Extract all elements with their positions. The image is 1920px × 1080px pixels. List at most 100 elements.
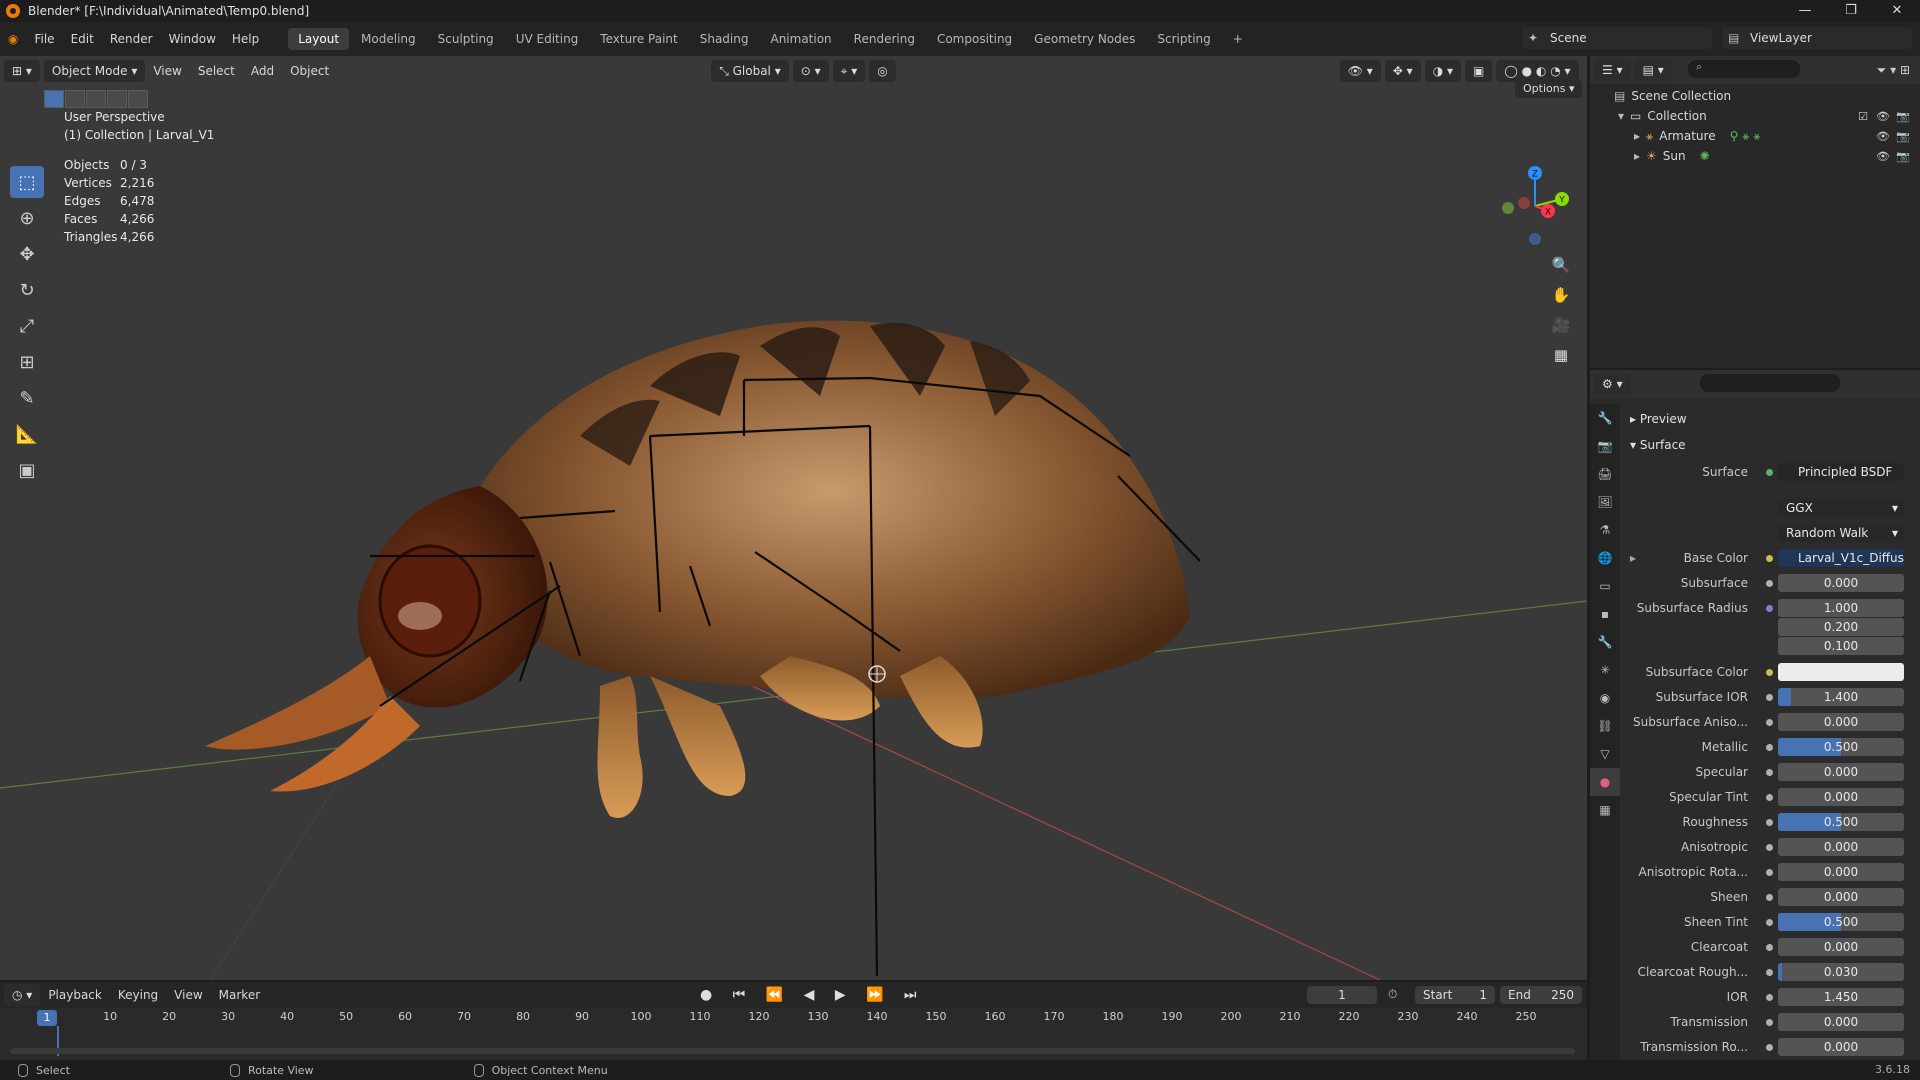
editor-type-button[interactable]: ⊞ ▾	[4, 60, 40, 82]
socket-dot-icon[interactable]	[1766, 1044, 1773, 1051]
surface-shader-field[interactable]: Principled BSDF	[1778, 463, 1904, 481]
visibility-selector[interactable]: 👁 ▾	[1339, 60, 1381, 82]
tool-tab-icon[interactable]: 🔧	[1590, 404, 1620, 432]
render-tab-icon[interactable]: 📷	[1590, 432, 1620, 460]
select-invert-button[interactable]	[107, 90, 127, 108]
socket-dot-icon[interactable]	[1766, 669, 1773, 676]
clock-icon[interactable]: ⏱	[1388, 987, 1397, 1002]
property-value-field[interactable]: 0.030	[1778, 963, 1904, 981]
camera-view-icon[interactable]: 🎥	[1548, 312, 1574, 338]
pan-hand-icon[interactable]: ✋	[1548, 282, 1574, 308]
render-camera-icon[interactable]: 📷	[1896, 110, 1910, 123]
texture-tab-icon[interactable]: ▦	[1590, 796, 1620, 824]
maximize-button[interactable]: ❐	[1828, 0, 1874, 22]
base-color-texture-field[interactable]: Larval_V1c_Diffuse	[1778, 549, 1904, 567]
properties-editor-type-button[interactable]: ⚙ ▾	[1594, 373, 1631, 395]
options-button[interactable]: Options ▾	[1515, 80, 1583, 98]
close-button[interactable]: ✕	[1874, 0, 1920, 22]
render-camera-icon[interactable]: 📷	[1896, 130, 1910, 143]
property-value-field[interactable]: 0.000	[1778, 1038, 1904, 1056]
outliner-item-sun[interactable]: ▸ ☀ Sun ✺ 👁 📷	[1590, 146, 1920, 166]
shading-mode-buttons[interactable]: ◯ ● ◐ ◔ ▾	[1496, 60, 1579, 82]
navigation-gizmo[interactable]: Z Y X	[1490, 161, 1580, 251]
socket-dot-icon[interactable]	[1766, 894, 1773, 901]
property-value-field[interactable]: 0.000	[1778, 1013, 1904, 1031]
menu-file[interactable]: File	[26, 22, 62, 56]
timeline-scrollbar[interactable]	[10, 1048, 1575, 1054]
3d-viewport[interactable]: ⊞ ▾ Object Mode ▾ View Select Add Object…	[0, 56, 1587, 980]
property-value-field[interactable]: 0.000	[1778, 938, 1904, 956]
property-value-field[interactable]: 0.200	[1778, 618, 1904, 636]
property-value-field[interactable]: 0.500	[1778, 738, 1904, 756]
start-frame-field[interactable]: Start 1	[1415, 986, 1495, 1004]
expand-arrow-icon[interactable]: ▸	[1630, 551, 1636, 565]
select-new-button[interactable]	[44, 90, 64, 108]
tab-scripting[interactable]: Scripting	[1147, 28, 1220, 50]
socket-dot-icon[interactable]	[1766, 744, 1773, 751]
current-frame-field[interactable]: 1	[1307, 986, 1377, 1004]
modifier-tab-icon[interactable]: 🔧	[1590, 628, 1620, 656]
object-tab-icon[interactable]: ▪	[1590, 600, 1620, 628]
distribution-dropdown[interactable]: GGX ▾	[1778, 499, 1904, 517]
property-value-field[interactable]: 0.000	[1778, 574, 1904, 592]
expand-arrow-icon[interactable]: ▾	[1618, 109, 1624, 123]
select-subtract-button[interactable]	[86, 90, 106, 108]
scale-tool-icon[interactable]: ⤢	[10, 310, 44, 342]
visibility-eye-icon[interactable]: 👁	[1876, 110, 1890, 123]
outliner-editor-type-button[interactable]: ☰ ▾	[1594, 59, 1631, 81]
socket-dot-icon[interactable]	[1766, 919, 1773, 926]
property-value-field[interactable]: 1.450	[1778, 988, 1904, 1006]
menu-add[interactable]: Add	[243, 64, 282, 78]
menu-marker[interactable]: Marker	[211, 988, 268, 1002]
socket-dot-icon[interactable]	[1766, 819, 1773, 826]
zoom-icon[interactable]: 🔍	[1548, 252, 1574, 278]
property-value-field[interactable]: 1.400	[1778, 688, 1904, 706]
data-tab-icon[interactable]: ▽	[1590, 740, 1620, 768]
select-extend-button[interactable]	[65, 90, 85, 108]
mode-selector[interactable]: Object Mode ▾	[43, 60, 146, 82]
expand-arrow-icon[interactable]: ▸	[1634, 149, 1640, 163]
tab-geometry-nodes[interactable]: Geometry Nodes	[1024, 28, 1145, 50]
measure-tool-icon[interactable]: 📐	[10, 418, 44, 450]
tab-compositing[interactable]: Compositing	[927, 28, 1022, 50]
gizmo-toggle[interactable]: ✥ ▾	[1384, 60, 1421, 82]
menu-render[interactable]: Render	[102, 22, 161, 56]
tab-texture-paint[interactable]: Texture Paint	[590, 28, 687, 50]
visibility-eye-icon[interactable]: 👁	[1876, 130, 1890, 143]
socket-dot-icon[interactable]	[1766, 555, 1773, 562]
socket-dot-icon[interactable]	[1766, 944, 1773, 951]
blender-menu-icon[interactable]: ◉	[0, 22, 26, 56]
property-value-field[interactable]: 1.000	[1778, 599, 1904, 617]
socket-dot-icon[interactable]	[1766, 844, 1773, 851]
menu-select[interactable]: Select	[190, 64, 243, 78]
add-cube-tool-icon[interactable]: ▣	[10, 454, 44, 486]
property-value-field[interactable]: 0.500	[1778, 813, 1904, 831]
subsurface-color-swatch[interactable]	[1778, 663, 1904, 681]
select-box-tool-icon[interactable]: ⬚	[10, 166, 44, 198]
expand-arrow-icon[interactable]: ▸	[1634, 129, 1640, 143]
subsurface-method-dropdown[interactable]: Random Walk ▾	[1778, 524, 1904, 542]
menu-edit[interactable]: Edit	[63, 22, 102, 56]
property-value-field[interactable]: 0.000	[1778, 838, 1904, 856]
add-workspace-button[interactable]: +	[1223, 28, 1253, 50]
preview-panel-header[interactable]: ▸ Preview	[1630, 412, 1687, 426]
view-layer-tab-icon[interactable]: 🖼	[1590, 488, 1620, 516]
xray-toggle[interactable]: ▣	[1465, 60, 1493, 82]
properties-search-input[interactable]	[1700, 374, 1840, 392]
menu-object[interactable]: Object	[282, 64, 337, 78]
property-value-field[interactable]: 0.000	[1778, 788, 1904, 806]
outliner-scene-collection[interactable]: ▤ Scene Collection	[1590, 86, 1920, 106]
menu-playback[interactable]: Playback	[40, 988, 110, 1002]
property-value-field[interactable]: 0.000	[1778, 863, 1904, 881]
socket-dot-icon[interactable]	[1766, 719, 1773, 726]
socket-dot-icon[interactable]	[1766, 694, 1773, 701]
world-tab-icon[interactable]: 🌐	[1590, 544, 1620, 572]
socket-dot-icon[interactable]	[1766, 994, 1773, 1001]
minimize-button[interactable]: —	[1782, 0, 1828, 22]
timeline-ruler[interactable]: 1102030405060708090100110120130140150160…	[0, 1008, 1587, 1028]
menu-help[interactable]: Help	[224, 22, 267, 56]
visibility-eye-icon[interactable]: 👁	[1876, 150, 1890, 163]
property-value-field[interactable]: 0.000	[1778, 713, 1904, 731]
property-value-field[interactable]: 0.500	[1778, 913, 1904, 931]
menu-view[interactable]: View	[145, 64, 189, 78]
